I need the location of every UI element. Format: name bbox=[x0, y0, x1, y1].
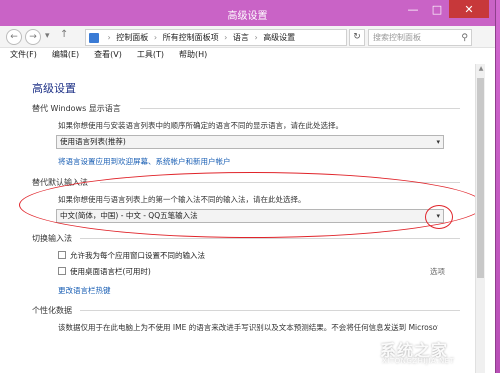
maximize-button[interactable]: □ bbox=[425, 0, 449, 18]
divider bbox=[100, 182, 460, 183]
per-app-input-checkbox[interactable] bbox=[58, 251, 66, 259]
override-display-desc: 如果你想使用与安装语言列表中的顺序所确定的语言不同的显示语言，请在此处选择。 bbox=[58, 121, 343, 130]
menu-edit[interactable]: 编辑(E) bbox=[52, 48, 79, 64]
breadcrumb-item[interactable]: 所有控制面板项 bbox=[163, 33, 219, 42]
chevron-down-icon: ▾ bbox=[436, 138, 440, 146]
annotation-circle bbox=[425, 205, 453, 229]
switch-input-title: 切换输入法 bbox=[32, 234, 72, 243]
divider bbox=[80, 238, 460, 239]
forward-button[interactable]: → bbox=[25, 29, 41, 45]
up-button[interactable]: ↑ bbox=[60, 29, 68, 40]
override-input-desc: 如果你想使用与语言列表上的第一个输入法不同的输入法，请在此处选择。 bbox=[58, 195, 306, 204]
minimize-button[interactable]: — bbox=[401, 0, 425, 18]
scrollbar-thumb[interactable] bbox=[477, 78, 484, 278]
watermark-logo-icon bbox=[344, 337, 374, 367]
override-display-title: 替代 Windows 显示语言 bbox=[32, 104, 121, 113]
menu-tools[interactable]: 工具(T) bbox=[137, 48, 164, 64]
divider bbox=[140, 108, 460, 109]
menu-file[interactable]: 文件(F) bbox=[10, 48, 37, 64]
recent-pages-chevron-icon[interactable]: ▾ bbox=[45, 31, 50, 41]
menu-help[interactable]: 帮助(H) bbox=[179, 48, 207, 64]
divider bbox=[80, 310, 460, 311]
search-input[interactable]: 搜索控制面板 ⚲ bbox=[368, 29, 472, 46]
page-title: 高级设置 bbox=[32, 82, 76, 95]
breadcrumb-item[interactable]: 高级设置 bbox=[263, 33, 295, 42]
watermark: 系统之家 XITONGZHIJIA.NET bbox=[344, 335, 494, 369]
personalization-title: 个性化数据 bbox=[32, 306, 72, 315]
control-panel-icon bbox=[89, 32, 99, 43]
title-bar: 高级设置 — □ ✕ bbox=[0, 0, 495, 26]
back-button[interactable]: ← bbox=[6, 29, 22, 45]
language-bar-options-link[interactable]: 选项 bbox=[430, 266, 445, 277]
menu-view[interactable]: 查看(V) bbox=[94, 48, 122, 64]
desktop-language-bar-label[interactable]: 使用桌面语言栏(可用时) bbox=[70, 266, 151, 277]
refresh-button[interactable]: ↻ bbox=[349, 29, 365, 46]
apply-language-settings-link[interactable]: 将语言设置应用到欢迎屏幕、系统帐户和新用户帐户 bbox=[58, 156, 231, 167]
change-hotkeys-link[interactable]: 更改语言栏热键 bbox=[58, 285, 111, 296]
close-button[interactable]: ✕ bbox=[449, 0, 489, 18]
display-language-select[interactable]: 使用语言列表(推荐) ▾ bbox=[56, 135, 444, 149]
menu-bar: 文件(F) 编辑(E) 查看(V) 工具(T) 帮助(H) bbox=[0, 48, 495, 64]
override-input-title: 替代默认输入法 bbox=[32, 178, 88, 187]
personalization-desc: 该数据仅用于在此电脑上为不使用 IME 的语言来改进手写识别以及文本预测结果。不… bbox=[58, 323, 438, 332]
breadcrumb[interactable]: › 控制面板 › 所有控制面板项 › 语言 › 高级设置 bbox=[85, 29, 347, 46]
default-input-method-select[interactable]: 中文(简体，中国) - 中文 - QQ五笔输入法 ▾ bbox=[56, 209, 444, 223]
per-app-input-label[interactable]: 允许我为每个应用窗口设置不同的输入法 bbox=[70, 250, 205, 261]
vertical-scrollbar[interactable]: ▲ bbox=[475, 64, 485, 373]
address-bar: ← → ▾ ↑ › 控制面板 › 所有控制面板项 › 语言 › 高级设置 ↻ 搜… bbox=[0, 26, 495, 48]
breadcrumb-item[interactable]: 控制面板 bbox=[116, 33, 148, 42]
desktop-language-bar-checkbox[interactable] bbox=[58, 267, 66, 275]
scroll-up-icon[interactable]: ▲ bbox=[476, 64, 486, 74]
watermark-subtext: XITONGZHIJIA.NET bbox=[382, 357, 455, 365]
search-icon[interactable]: ⚲ bbox=[461, 31, 468, 46]
control-panel-window: 高级设置 — □ ✕ ← → ▾ ↑ › 控制面板 › 所有控制面板项 › 语言… bbox=[0, 0, 496, 373]
breadcrumb-item[interactable]: 语言 bbox=[233, 33, 249, 42]
